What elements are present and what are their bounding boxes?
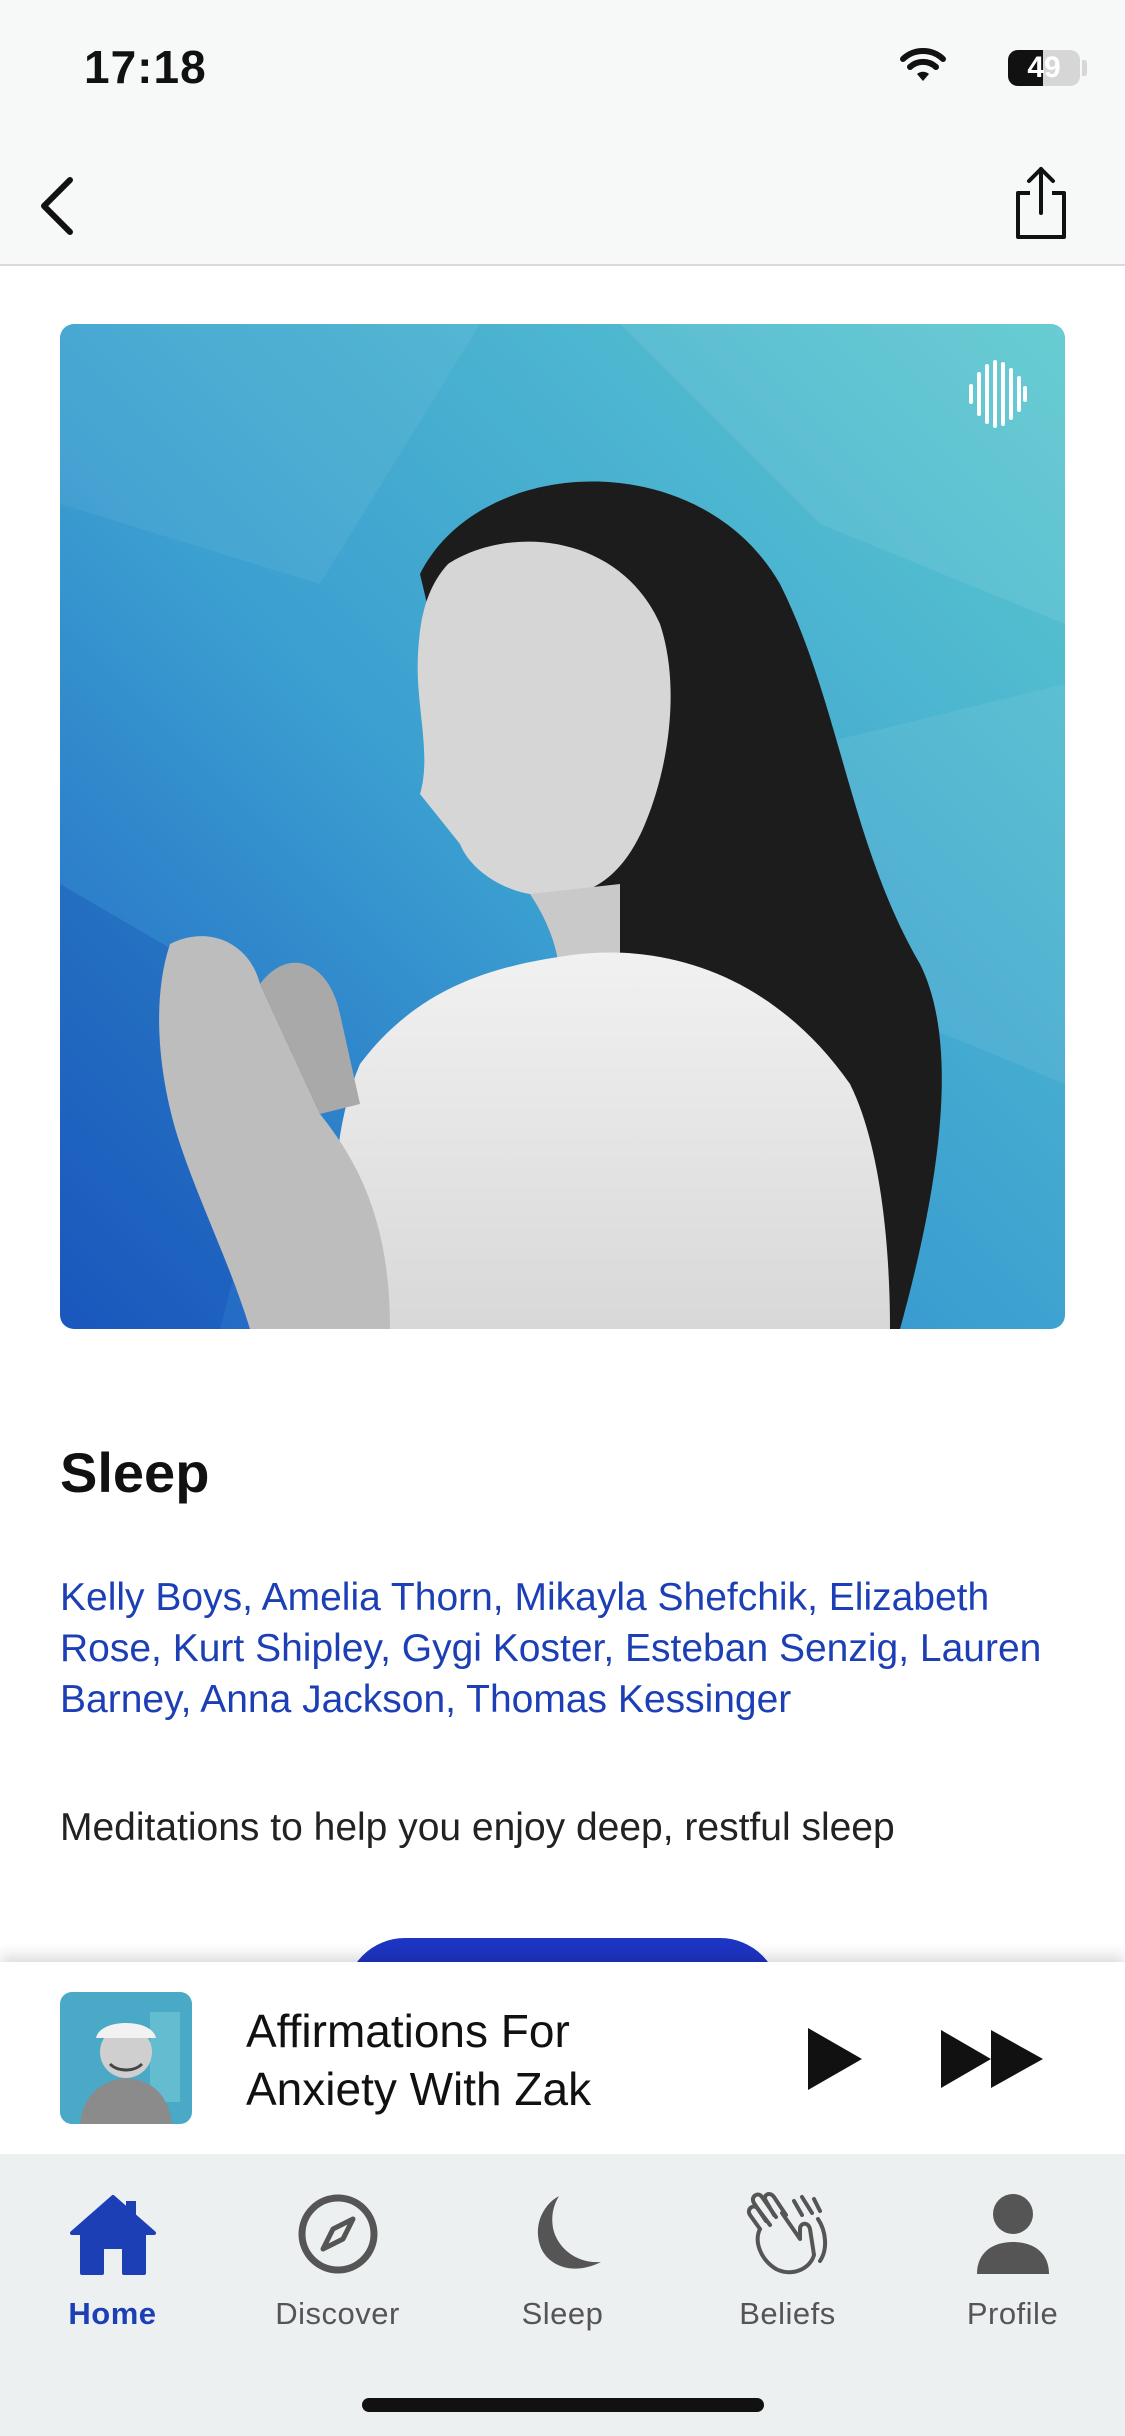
battery-indicator: 49 (1008, 50, 1080, 86)
fast-forward-button[interactable] (932, 2014, 1052, 2104)
clapping-hands-icon (746, 2192, 827, 2275)
mini-player-thumbnail (60, 1992, 192, 2124)
tab-bar: Home Discover Sleep Beliefs Profile (0, 2154, 1125, 2436)
compass-icon (298, 2194, 377, 2274)
chevron-left-icon (41, 177, 73, 235)
tab-beliefs[interactable]: Beliefs (675, 2184, 900, 2344)
play-button[interactable] (790, 2014, 880, 2104)
waveform-logo-icon (969, 360, 1027, 428)
tab-profile-label: Profile (966, 2296, 1059, 2331)
status-bar: 17:18 49 (0, 0, 1125, 140)
mini-player-title: Affirmations For Anxiety With Zak (246, 2005, 592, 2115)
moon-icon (537, 2196, 601, 2269)
course-cover-image (60, 324, 1065, 1329)
share-button[interactable] (996, 158, 1086, 248)
battery-tip (1082, 60, 1087, 76)
home-indicator (362, 2398, 764, 2412)
tab-home-label: Home (68, 2296, 157, 2331)
tab-profile[interactable]: Profile (900, 2184, 1125, 2344)
fast-forward-icon (941, 2030, 1043, 2088)
status-time: 17:18 (84, 41, 207, 93)
share-icon (1016, 167, 1066, 239)
person-icon (976, 2194, 1049, 2274)
battery-level: 49 (1027, 51, 1061, 84)
wifi-icon (900, 48, 946, 81)
play-icon (808, 2028, 862, 2090)
course-title: Sleep (60, 1441, 210, 1504)
tab-beliefs-label: Beliefs (739, 2296, 836, 2331)
mini-player[interactable]: Affirmations For Anxiety With Zak (0, 1962, 1125, 2154)
back-button[interactable] (18, 166, 98, 246)
tab-sleep-label: Sleep (521, 2296, 604, 2331)
tab-home[interactable]: Home (0, 2184, 225, 2344)
cover-artwork (60, 324, 1065, 1329)
nav-bar (0, 140, 1125, 266)
tab-discover-label: Discover (275, 2296, 400, 2331)
tab-discover[interactable]: Discover (225, 2184, 450, 2344)
home-icon (69, 2195, 156, 2275)
tab-sleep[interactable]: Sleep (450, 2184, 675, 2344)
course-description: Meditations to help you enjoy deep, rest… (60, 1806, 895, 1849)
course-authors-link[interactable]: Kelly Boys, Amelia Thorn, Mikayla Shefch… (60, 1572, 1070, 1725)
